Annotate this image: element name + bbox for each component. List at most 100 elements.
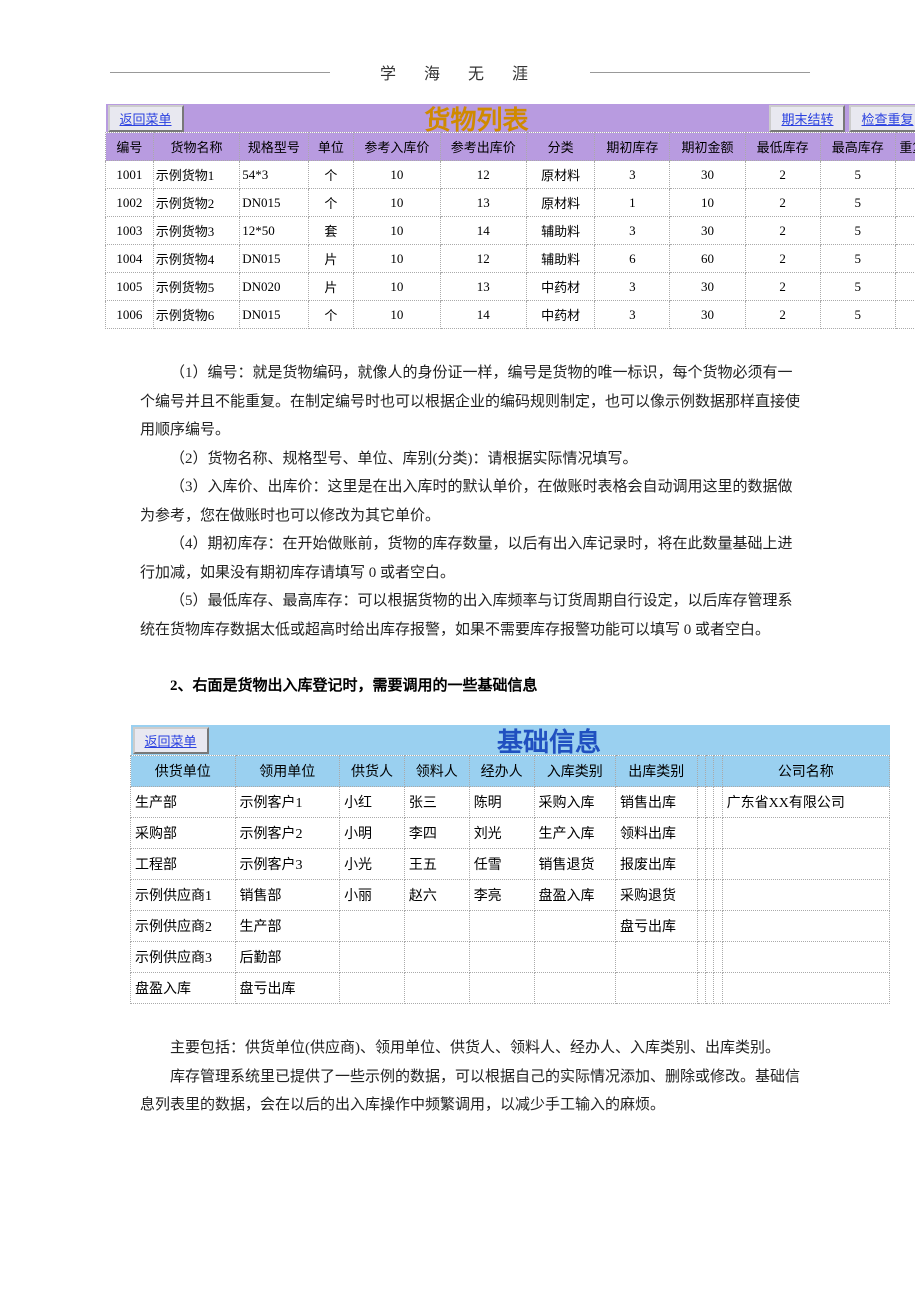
cell-spec: DN015 (240, 189, 308, 217)
cell-max: 5 (820, 217, 895, 245)
col-category: 分类 (527, 133, 595, 161)
cell-c0: 工程部 (131, 849, 236, 880)
col-supperson: 供货人 (340, 756, 405, 787)
col-initstock: 期初库存 (595, 133, 670, 161)
cell-company (722, 818, 889, 849)
cell-max: 5 (820, 161, 895, 189)
description-block-2: 主要包括：供货单位(供应商)、领用单位、供货人、领料人、经办人、入库类别、出库类… (140, 1034, 800, 1120)
cell-company (722, 942, 889, 973)
cell-qc: 1 (595, 189, 670, 217)
cell-spacer (714, 787, 722, 818)
cell-c0: 示例供应商1 (131, 880, 236, 911)
cell-max: 5 (820, 189, 895, 217)
cell-c2 (340, 973, 405, 1004)
table-row: 1003示例货物312*50套1014辅助料33025 (106, 217, 916, 245)
cell-spec: 54*3 (240, 161, 308, 189)
cell-min: 2 (745, 245, 820, 273)
cell-name: 示例货物2 (153, 189, 239, 217)
cell-spacer (705, 942, 713, 973)
cell-c0: 示例供应商2 (131, 911, 236, 942)
cell-c6: 采购退货 (616, 880, 698, 911)
cell-min: 2 (745, 301, 820, 329)
cell-outp: 12 (440, 161, 526, 189)
col-minstock: 最低库存 (745, 133, 820, 161)
cell-name: 示例货物3 (153, 217, 239, 245)
col-outtype: 出库类别 (616, 756, 698, 787)
cell-max: 5 (820, 245, 895, 273)
cell-c0: 生产部 (131, 787, 236, 818)
cell-name: 示例货物4 (153, 245, 239, 273)
cell-dup (895, 217, 915, 245)
cell-c2: 小明 (340, 818, 405, 849)
table-row: 盘盈入库盘亏出库 (131, 973, 890, 1004)
return-menu-button-2[interactable]: 返回菜单 (133, 727, 209, 754)
cell-c4: 陈明 (469, 787, 534, 818)
cell-c3 (404, 911, 469, 942)
cell-unit: 套 (308, 217, 354, 245)
cell-min: 2 (745, 161, 820, 189)
cell-c1: 示例客户3 (235, 849, 340, 880)
col-maxstock: 最高库存 (820, 133, 895, 161)
cell-qc: 3 (595, 301, 670, 329)
cell-qc: 3 (595, 217, 670, 245)
col-handler: 经办人 (469, 756, 534, 787)
cell-c2: 小丽 (340, 880, 405, 911)
cell-c1: 盘亏出库 (235, 973, 340, 1004)
cell-cat: 辅助料 (527, 245, 595, 273)
cell-spacer (705, 818, 713, 849)
cell-c3 (404, 942, 469, 973)
table-row: 工程部示例客户3小光王五任雪销售退货报废出库 (131, 849, 890, 880)
cell-c6 (616, 942, 698, 973)
cell-spacer (714, 911, 722, 942)
cell-id: 1005 (106, 273, 154, 301)
cell-qc: 6 (595, 245, 670, 273)
desc-1-5: （5）最低库存、最高库存：可以根据货物的出入库频率与订货周期自行设定，以后库存管… (140, 587, 800, 644)
cell-spacer (714, 818, 722, 849)
desc-1-3: （3）入库价、出库价：这里是在出入库时的默认单价，在做账时表格会自动调用这里的数… (140, 473, 800, 530)
cell-unit: 个 (308, 189, 354, 217)
cell-outp: 13 (440, 189, 526, 217)
cell-id: 1006 (106, 301, 154, 329)
cell-spacer (705, 787, 713, 818)
cell-spacer (705, 911, 713, 942)
cell-cat: 中药材 (527, 273, 595, 301)
cell-unit: 个 (308, 301, 354, 329)
cell-cat: 辅助料 (527, 217, 595, 245)
cell-outp: 14 (440, 217, 526, 245)
cell-c6: 领料出库 (616, 818, 698, 849)
check-duplicate-button[interactable]: 检查重复 (849, 105, 915, 132)
cell-company (722, 911, 889, 942)
table-row: 1004示例货物4DN015片1012辅助料66025 (106, 245, 916, 273)
table-row: 1006示例货物6DN015个1014中药材33025 (106, 301, 916, 329)
cell-c2 (340, 942, 405, 973)
base-info-title: 基础信息 (209, 722, 890, 759)
cell-qc: 3 (595, 161, 670, 189)
cell-spacer (705, 880, 713, 911)
cell-spacer (697, 849, 705, 880)
cell-unit: 片 (308, 273, 354, 301)
cell-c5 (534, 973, 616, 1004)
table-row: 采购部示例客户2小明李四刘光生产入库领料出库 (131, 818, 890, 849)
cell-c0: 示例供应商3 (131, 942, 236, 973)
cell-c5 (534, 911, 616, 942)
cell-qa: 30 (670, 217, 745, 245)
desc-1-1: （1）编号：就是货物编码，就像人的身份证一样，编号是货物的唯一标识，每个货物必须… (140, 359, 800, 445)
cell-inp: 10 (354, 301, 440, 329)
cell-c2 (340, 911, 405, 942)
period-rollover-button[interactable]: 期末结转 (769, 105, 845, 132)
cell-max: 5 (820, 273, 895, 301)
cell-c2: 小光 (340, 849, 405, 880)
cell-dup (895, 245, 915, 273)
cell-qa: 60 (670, 245, 745, 273)
col-spec: 规格型号 (240, 133, 308, 161)
cell-cat: 中药材 (527, 301, 595, 329)
col-dup: 重复 (895, 133, 915, 161)
cell-spec: DN015 (240, 301, 308, 329)
cell-c4: 刘光 (469, 818, 534, 849)
col-supplier: 供货单位 (131, 756, 236, 787)
cell-c4 (469, 911, 534, 942)
table-header-row: 供货单位 领用单位 供货人 领料人 经办人 入库类别 出库类别 公司名称 (131, 756, 890, 787)
cell-c1: 示例客户2 (235, 818, 340, 849)
cell-spacer (697, 973, 705, 1004)
return-menu-button[interactable]: 返回菜单 (108, 105, 184, 132)
